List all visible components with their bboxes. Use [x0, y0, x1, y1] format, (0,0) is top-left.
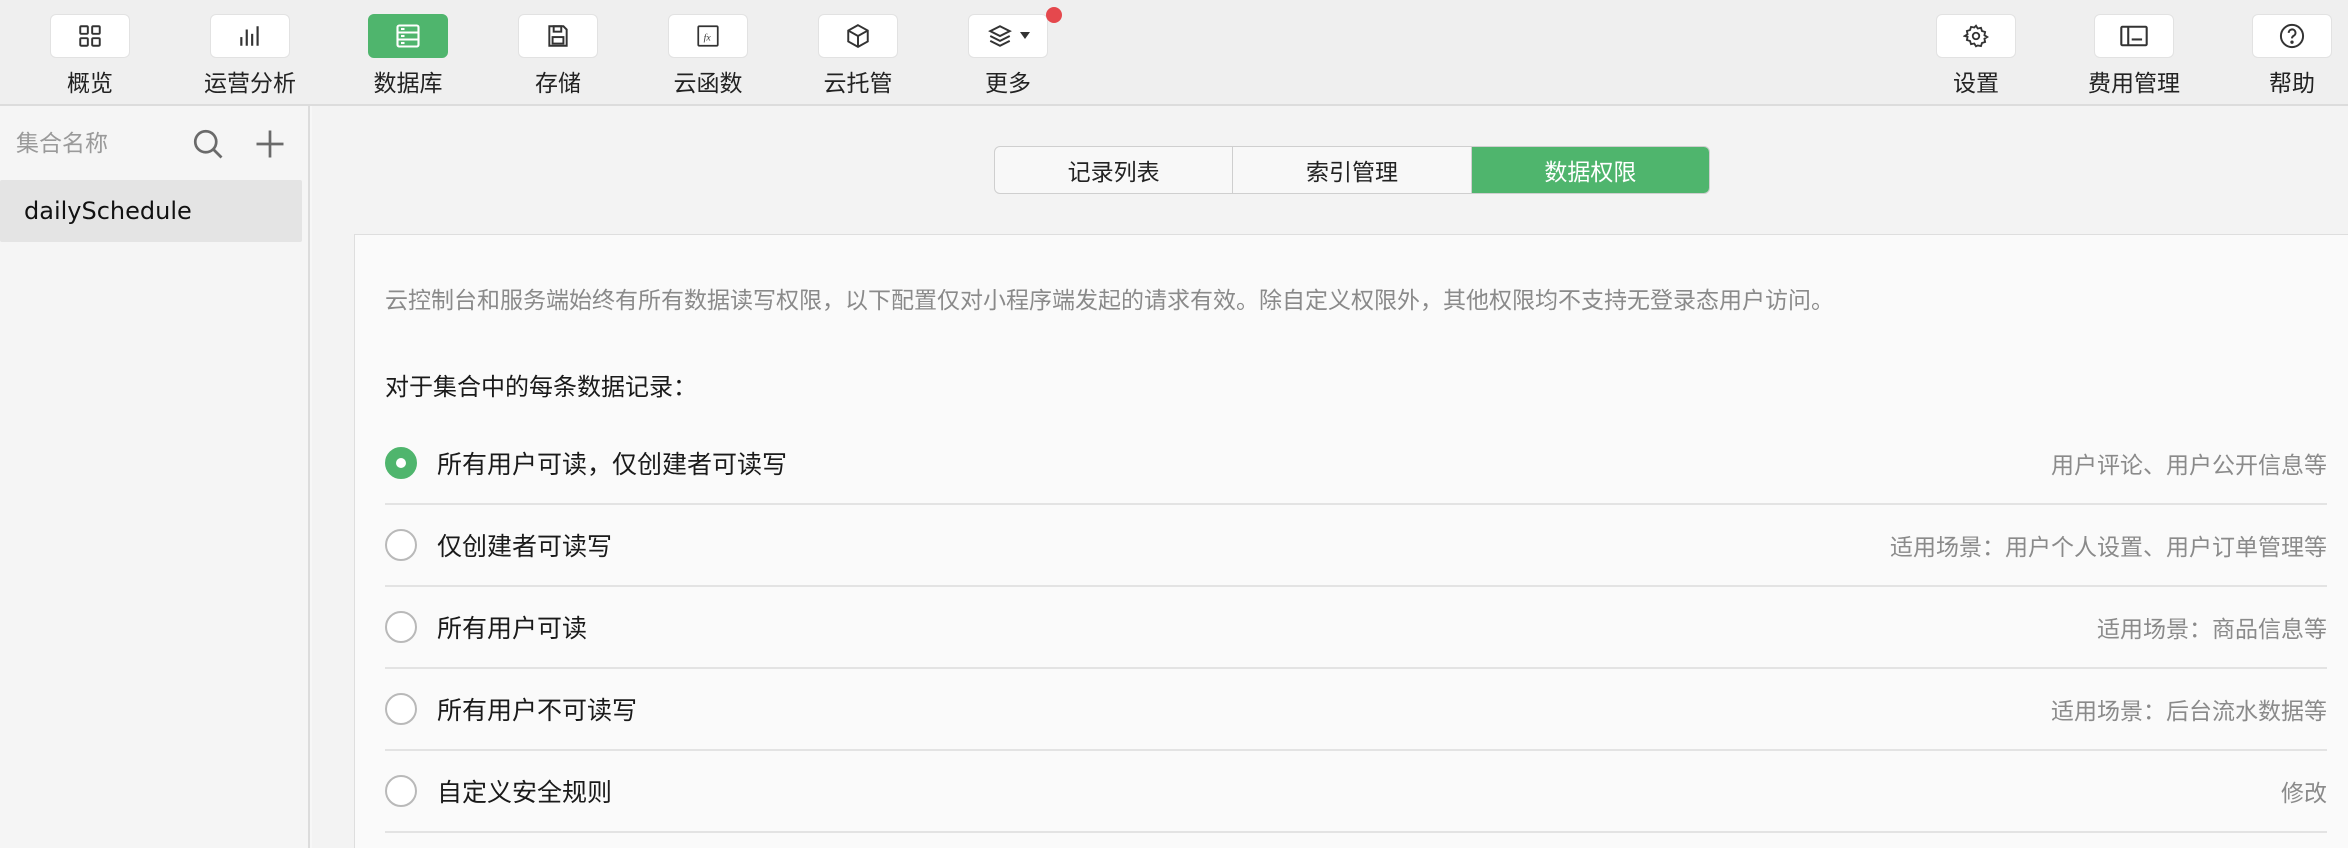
cube-icon	[847, 24, 869, 48]
radio-unchecked[interactable]	[385, 775, 417, 807]
permission-option-public-read-owner-write[interactable]: 所有用户可读，仅创建者可读写 用户评论、用户公开信息等	[385, 423, 2327, 505]
option-hint: 适用场景：商品信息等	[2097, 617, 2327, 643]
toolbar-cloud-function[interactable]: fx 云函数	[648, 14, 768, 98]
option-label: 所有用户不可读写	[437, 696, 638, 725]
bar-chart-icon	[240, 26, 259, 46]
more-label: 更多	[985, 71, 1031, 97]
collection-sidebar: dailySchedule	[0, 106, 310, 848]
notification-dot	[1046, 7, 1062, 23]
permissions-notice: 云控制台和服务端始终有所有数据读写权限，以下配置仅对小程序端发起的请求有效。除自…	[385, 288, 1834, 314]
option-hint: 适用场景：用户个人设置、用户订单管理等	[1890, 535, 2327, 561]
database-icon	[396, 24, 420, 48]
toolbar-analytics[interactable]: 运营分析	[190, 14, 310, 98]
radio-unchecked[interactable]	[385, 529, 417, 561]
analytics-label: 运营分析	[204, 71, 296, 97]
help-circle-icon	[2279, 23, 2305, 49]
main-content: 记录列表 索引管理 数据权限 云控制台和服务端始终有所有数据读写权限，以下配置仅…	[312, 106, 2348, 848]
permission-option-owner-only[interactable]: 仅创建者可读写 适用场景：用户个人设置、用户订单管理等	[385, 505, 2327, 587]
top-toolbar: 概览 运营分析 数据库 存储 fx 云函数 云托管 更多 设置 费用管理 帮助	[0, 0, 2348, 106]
collection-search-input[interactable]	[16, 124, 186, 164]
option-label: 所有用户可读，仅创建者可读写	[437, 450, 788, 479]
help-label: 帮助	[2269, 71, 2315, 97]
more-button[interactable]	[968, 7, 1062, 58]
radio-checked[interactable]	[385, 447, 417, 479]
search-icon[interactable]	[190, 126, 226, 162]
cloud-hosting-button[interactable]	[818, 14, 898, 58]
option-hint: 用户评论、用户公开信息等	[2051, 453, 2327, 479]
layers-icon	[988, 25, 1012, 47]
database-button[interactable]	[368, 14, 448, 58]
grid-icon	[79, 25, 101, 47]
edit-rules-link[interactable]: 修改	[2281, 774, 2327, 808]
chevron-down-icon	[1020, 32, 1030, 39]
toolbar-help[interactable]: 帮助	[2232, 14, 2348, 98]
toolbar-database[interactable]: 数据库	[348, 14, 468, 98]
toolbar-storage[interactable]: 存储	[498, 14, 618, 98]
billing-button[interactable]	[2094, 14, 2174, 58]
db-tabs: 记录列表 索引管理 数据权限	[994, 146, 1710, 194]
collection-name: dailySchedule	[24, 197, 192, 225]
overview-button[interactable]	[50, 14, 130, 58]
tab-record-list[interactable]: 记录列表	[995, 147, 1234, 193]
permissions-panel: 云控制台和服务端始终有所有数据读写权限，以下配置仅对小程序端发起的请求有效。除自…	[354, 234, 2348, 848]
card-icon	[2120, 25, 2148, 47]
radio-unchecked[interactable]	[385, 693, 417, 725]
toolbar-cloud-hosting[interactable]: 云托管	[798, 14, 918, 98]
permission-option-custom-rules[interactable]: 自定义安全规则 修改	[385, 751, 2327, 833]
save-disk-icon	[548, 25, 568, 47]
settings-label: 设置	[1953, 71, 1999, 97]
toolbar-more[interactable]: 更多	[948, 7, 1068, 98]
cloud-function-button[interactable]: fx	[668, 14, 748, 58]
settings-button[interactable]	[1936, 14, 2016, 58]
option-label: 自定义安全规则	[437, 778, 613, 807]
add-icon[interactable]	[252, 126, 288, 162]
permissions-subhead: 对于集合中的每条数据记录：	[385, 373, 697, 401]
database-label: 数据库	[373, 71, 443, 97]
storage-label: 存储	[535, 71, 581, 97]
cloud-hosting-label: 云托管	[823, 71, 893, 97]
help-button[interactable]	[2252, 14, 2332, 58]
billing-label: 费用管理	[2088, 71, 2180, 97]
svg-text:fx: fx	[704, 32, 712, 43]
option-label: 仅创建者可读写	[437, 532, 613, 561]
toolbar-billing[interactable]: 费用管理	[2074, 14, 2194, 98]
tab-index-management[interactable]: 索引管理	[1233, 147, 1472, 193]
tab-data-permissions[interactable]: 数据权限	[1471, 147, 1709, 193]
option-label: 所有用户可读	[437, 614, 588, 643]
gear-icon	[1963, 24, 1989, 48]
function-icon: fx	[697, 25, 719, 47]
permission-option-no-access[interactable]: 所有用户不可读写 适用场景：后台流水数据等	[385, 669, 2327, 751]
permission-option-public-read[interactable]: 所有用户可读 适用场景：商品信息等	[385, 587, 2327, 669]
toolbar-settings[interactable]: 设置	[1916, 14, 2036, 98]
radio-unchecked[interactable]	[385, 611, 417, 643]
analytics-button[interactable]	[210, 14, 290, 58]
toolbar-overview[interactable]: 概览	[30, 14, 150, 98]
collection-item-dailyschedule[interactable]: dailySchedule	[0, 180, 302, 242]
option-hint: 适用场景：后台流水数据等	[2051, 699, 2327, 725]
cloud-function-label: 云函数	[673, 71, 743, 97]
storage-button[interactable]	[518, 14, 598, 58]
overview-label: 概览	[67, 71, 113, 97]
